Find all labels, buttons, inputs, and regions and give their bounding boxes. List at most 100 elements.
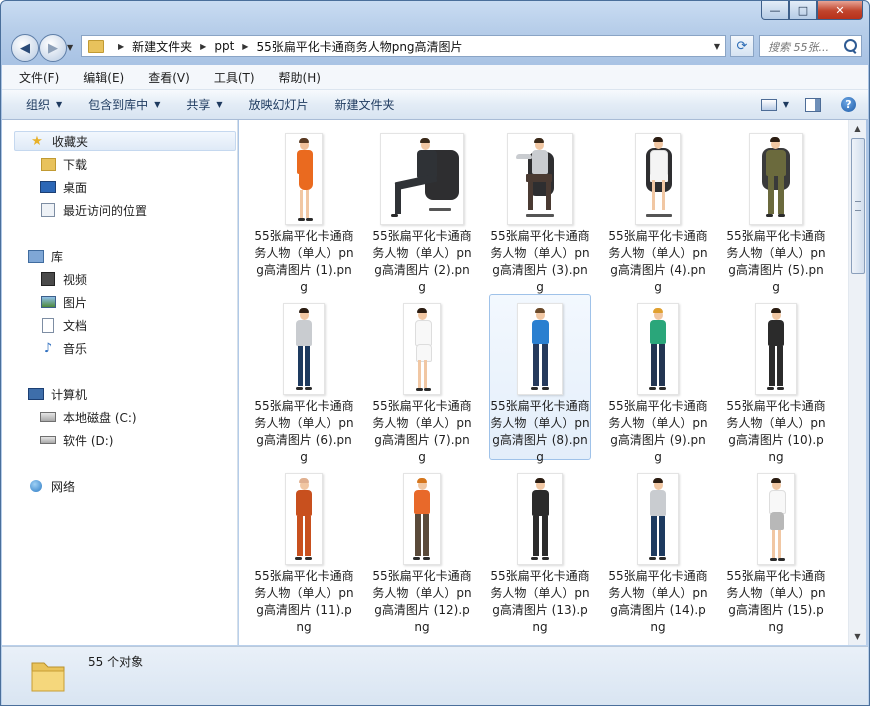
refresh-button[interactable]: ⟳	[730, 35, 754, 57]
view-dropdown-icon[interactable]: ▼	[783, 100, 789, 109]
file-name: 55张扁平化卡通商务人物（单人）png高清图片 (7).png	[372, 399, 472, 464]
address-bar[interactable]: ▶ 新建文件夹 ▶ ppt ▶ 55张扁平化卡通商务人物png高清图片 ▼	[81, 35, 726, 57]
picture-library-icon	[40, 295, 56, 309]
sidebar-item-documents[interactable]: 文档	[40, 315, 87, 335]
file-item[interactable]: 55张扁平化卡通商务人物（单人）png高清图片 (14).png	[607, 464, 709, 634]
thumbnail-wrapper	[490, 133, 590, 225]
scroll-down-icon[interactable]: ▼	[849, 628, 866, 645]
scroll-up-icon[interactable]: ▲	[849, 120, 866, 137]
sidebar-item-computer[interactable]: 计算机	[28, 384, 87, 404]
search-input[interactable]	[766, 37, 842, 57]
computer-icon	[28, 387, 44, 401]
close-button[interactable]: ✕	[817, 1, 863, 20]
chevron-right-icon[interactable]: ▶	[118, 42, 124, 51]
file-item[interactable]: 55张扁平化卡通商务人物（单人）png高清图片 (5).png	[725, 124, 827, 294]
sidebar-item-label: 库	[51, 249, 64, 264]
breadcrumb-item[interactable]: ppt	[214, 39, 234, 53]
vertical-scrollbar[interactable]: ▲ ▼	[848, 120, 866, 645]
desktop-icon	[40, 180, 56, 194]
thumbnail-wrapper	[372, 473, 472, 565]
file-item[interactable]: 55张扁平化卡通商务人物（单人）png高清图片 (7).png	[371, 294, 473, 464]
sidebar-item-label: 收藏夹	[52, 134, 89, 149]
image-thumbnail	[517, 473, 563, 565]
include-in-library-label: 包含到库中	[88, 98, 149, 112]
maximize-button[interactable]: □	[789, 1, 817, 20]
menu-help[interactable]: 帮助(H)	[263, 69, 329, 86]
view-controls: ▼ ?	[760, 90, 868, 119]
slideshow-button[interactable]: 放映幻灯片	[236, 96, 322, 113]
menu-view[interactable]: 查看(V)	[132, 69, 198, 86]
new-folder-button[interactable]: 新建文件夹	[322, 96, 408, 113]
sidebar-item-drive-d[interactable]: 软件 (D:)	[40, 430, 113, 450]
back-button[interactable]: ◀	[11, 34, 39, 62]
system-drive-icon	[40, 410, 56, 424]
file-item[interactable]: 55张扁平化卡通商务人物（单人）png高清图片 (12).png	[371, 464, 473, 634]
file-item[interactable]: 55张扁平化卡通商务人物（单人）png高清图片 (9).png	[607, 294, 709, 464]
scrollbar-thumb[interactable]	[851, 138, 865, 274]
image-thumbnail	[403, 473, 441, 565]
forward-button[interactable]: ▶	[39, 34, 67, 62]
menu-edit[interactable]: 编辑(E)	[67, 69, 132, 86]
explorer-window: — □ ✕ ◀ ▶ ▼ ▶ 新建文件夹 ▶ ppt ▶ 55张扁平化卡通商务人物…	[0, 0, 870, 706]
sidebar-item-drive-c[interactable]: 本地磁盘 (C:)	[40, 407, 137, 427]
sidebar-item-label: 网络	[51, 479, 76, 494]
breadcrumb-item[interactable]: 新建文件夹	[132, 38, 192, 55]
image-thumbnail	[285, 133, 323, 225]
file-name: 55张扁平化卡通商务人物（单人）png高清图片 (8).png	[490, 399, 590, 464]
thumbnail-wrapper	[254, 133, 354, 225]
menu-tools[interactable]: 工具(T)	[198, 69, 263, 86]
sidebar-item-pictures[interactable]: 图片	[40, 292, 87, 312]
help-icon[interactable]: ?	[841, 97, 856, 112]
share-button[interactable]: 共享 ▼	[173, 96, 235, 113]
file-item[interactable]: 55张扁平化卡通商务人物（单人）png高清图片 (8).png	[489, 294, 591, 464]
sidebar-item-desktop[interactable]: 桌面	[40, 177, 87, 197]
address-dropdown-icon[interactable]: ▼	[714, 42, 720, 51]
breadcrumb: ▶ 新建文件夹 ▶ ppt ▶ 55张扁平化卡通商务人物png高清图片	[110, 38, 463, 55]
file-item[interactable]: 55张扁平化卡通商务人物（单人）png高清图片 (2).png	[371, 124, 473, 294]
file-name: 55张扁平化卡通商务人物（单人）png高清图片 (2).png	[372, 229, 472, 294]
thumbnail-wrapper	[372, 303, 472, 395]
file-item[interactable]: 55张扁平化卡通商务人物（单人）png高清图片 (1).png	[253, 124, 355, 294]
sidebar-item-recent[interactable]: 最近访问的位置	[40, 200, 147, 220]
preview-pane-icon[interactable]	[805, 97, 821, 112]
file-item[interactable]: 55张扁平化卡通商务人物（单人）png高清图片 (13).png	[489, 464, 591, 634]
file-item[interactable]: 55张扁平化卡通商务人物（单人）png高清图片 (6).png	[253, 294, 355, 464]
file-item[interactable]: 55张扁平化卡通商务人物（单人）png高清图片 (10).png	[725, 294, 827, 464]
minimize-button[interactable]: —	[761, 1, 789, 20]
caption-buttons: — □ ✕	[761, 1, 863, 20]
file-list[interactable]: 55张扁平化卡通商务人物（单人）png高清图片 (1).png 55张扁平化卡通…	[239, 120, 848, 645]
chevron-right-icon[interactable]: ▶	[200, 42, 206, 51]
file-item[interactable]: 55张扁平化卡通商务人物（单人）png高清图片 (3).png	[489, 124, 591, 294]
menu-file[interactable]: 文件(F)	[2, 69, 67, 86]
star-icon: ★	[31, 133, 43, 149]
change-view-icon[interactable]	[760, 98, 777, 111]
file-name: 55张扁平化卡通商务人物（单人）png高清图片 (11).png	[254, 569, 354, 634]
sidebar-item-favorites[interactable]: ★ 收藏夹	[14, 131, 236, 151]
sidebar-item-label: 音乐	[63, 341, 88, 356]
image-thumbnail	[507, 133, 573, 225]
sidebar-item-network[interactable]: 网络	[28, 476, 75, 496]
image-thumbnail	[749, 133, 803, 225]
library-icon	[28, 249, 44, 263]
file-item[interactable]: 55张扁平化卡通商务人物（单人）png高清图片 (15).png	[725, 464, 827, 634]
organize-button[interactable]: 组织 ▼	[2, 96, 75, 113]
breadcrumb-item[interactable]: 55张扁平化卡通商务人物png高清图片	[256, 38, 462, 55]
search-icon[interactable]	[844, 39, 857, 52]
file-item[interactable]: 55张扁平化卡通商务人物（单人）png高清图片 (11).png	[253, 464, 355, 634]
sidebar-item-libraries[interactable]: 库	[28, 246, 63, 266]
sidebar-item-label: 视频	[63, 272, 88, 287]
chevron-right-icon[interactable]: ▶	[242, 42, 248, 51]
include-in-library-button[interactable]: 包含到库中 ▼	[75, 96, 173, 113]
file-name: 55张扁平化卡通商务人物（单人）png高清图片 (15).png	[726, 569, 826, 634]
sidebar-item-videos[interactable]: 视频	[40, 269, 87, 289]
image-thumbnail	[517, 303, 563, 395]
navigation-bar: ◀ ▶ ▼ ▶ 新建文件夹 ▶ ppt ▶ 55张扁平化卡通商务人物png高清图…	[1, 31, 869, 63]
thumbnail-wrapper	[254, 473, 354, 565]
sidebar-item-downloads[interactable]: 下载	[40, 154, 87, 174]
details-pane: 55 个对象	[2, 646, 868, 705]
recent-pages-dropdown-icon[interactable]: ▼	[67, 43, 73, 52]
sidebar-item-label: 计算机	[51, 387, 88, 402]
search-box[interactable]	[759, 35, 862, 57]
sidebar-item-music[interactable]: ♪ 音乐	[40, 338, 87, 358]
file-item[interactable]: 55张扁平化卡通商务人物（单人）png高清图片 (4).png	[607, 124, 709, 294]
